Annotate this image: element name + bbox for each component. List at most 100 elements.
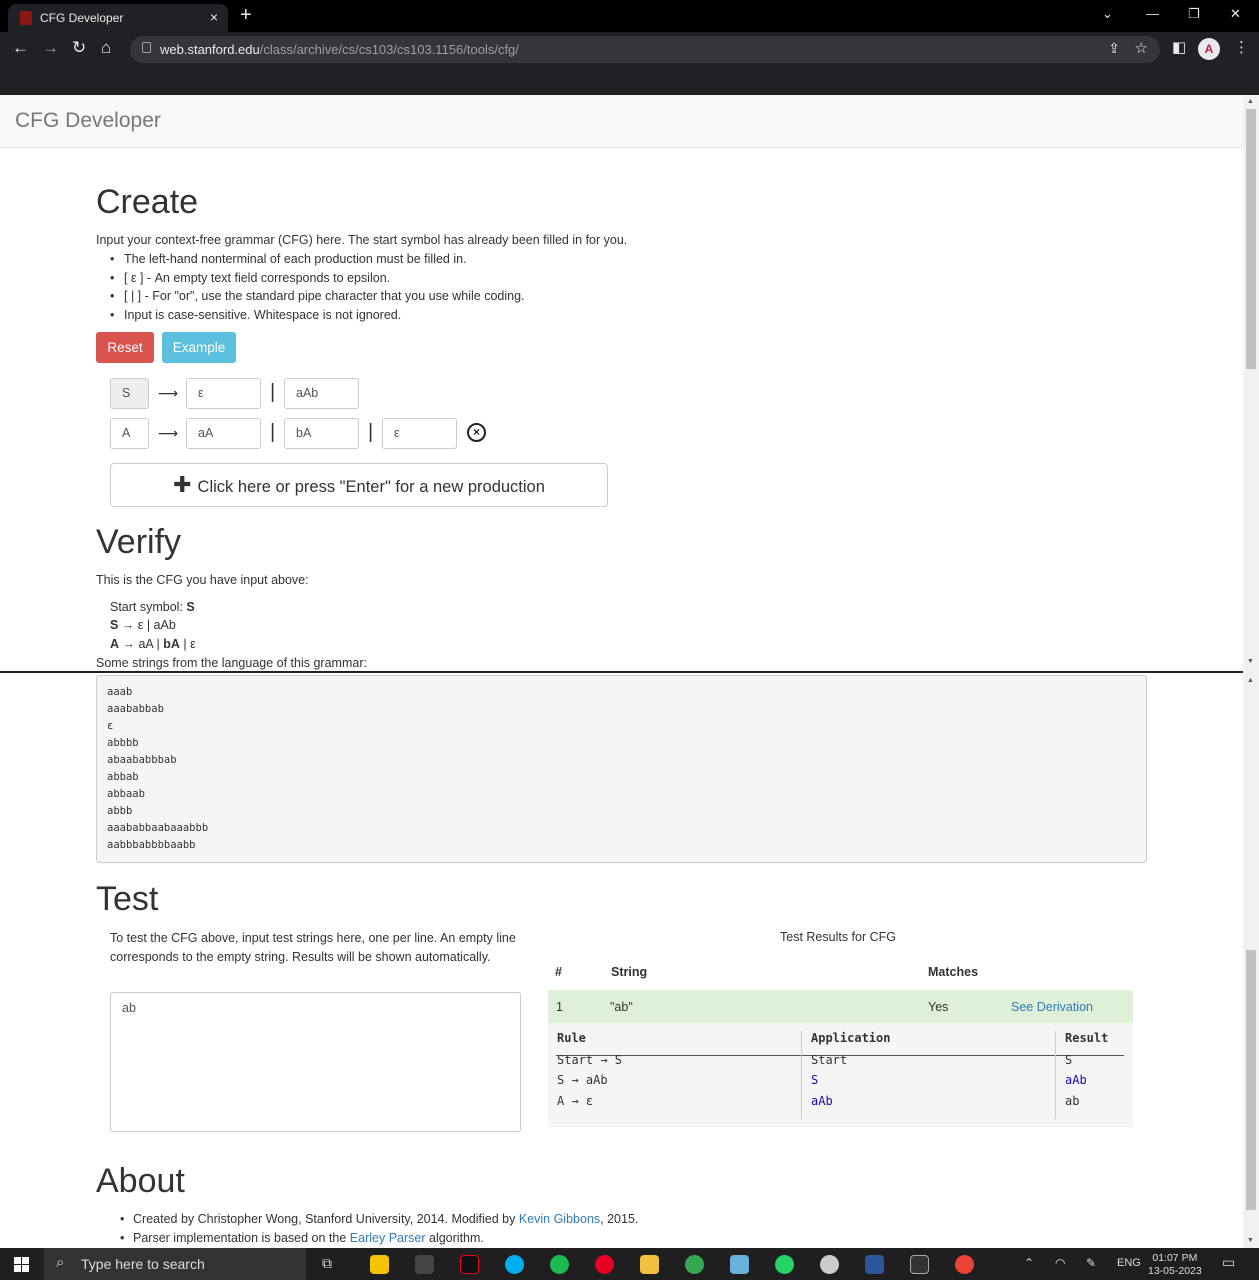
reload-icon[interactable]: ↻ [72,38,86,58]
address-bar[interactable]: web.stanford.edu/class/archive/cs/cs103/… [130,36,1160,63]
browser-toolbar: ← → ↻ ⌂ web.stanford.edu/class/archive/c… [0,32,1259,66]
result-string: "ab" [610,1000,633,1014]
list-item: aaab [107,686,133,698]
tray-chevron-icon[interactable]: ⌃ [1024,1256,1034,1270]
windows-taskbar: ⌕ Type here to search ⧉ ⌃ ◠ ✎ ENG 01:07 … [0,1248,1259,1280]
tab-search-icon[interactable]: ⌄ [1102,6,1113,22]
chrome-icon[interactable] [685,1255,704,1274]
pipe-separator: | [368,421,374,443]
terminal-icon[interactable] [910,1255,929,1274]
netflix-icon[interactable] [460,1255,479,1274]
test-instructions: To test the CFG above, input test string… [110,931,516,964]
share-icon[interactable]: ⇪ [1108,40,1120,57]
table-row: 1 "ab" Yes See Derivation [548,990,1133,1023]
list-item: Created by Christopher Wong, Stanford Un… [120,1210,638,1229]
derivation-application: aAb [811,1094,833,1108]
list-item: aaababbaabaaabbb [107,822,209,834]
production-rhs-field[interactable]: aA [186,418,261,449]
home-icon[interactable]: ⌂ [101,38,111,58]
url-text: web.stanford.edu/class/archive/cs/cs103/… [160,42,519,57]
word-icon[interactable] [865,1255,884,1274]
tab-close-icon[interactable]: × [210,9,218,25]
production-rhs-field[interactable]: ε [382,418,457,449]
close-window-button[interactable]: ✕ [1230,6,1241,22]
language-indicator[interactable]: ENG [1117,1257,1141,1269]
side-panel-icon[interactable]: ◧ [1172,38,1186,56]
windows-start-icon[interactable] [14,1257,29,1272]
pipe-separator: | [270,421,276,443]
profile-avatar[interactable]: A [1198,38,1220,60]
derivation-application: Start [811,1053,848,1067]
notifications-icon[interactable]: ▭ [1222,1254,1235,1271]
new-tab-button[interactable]: + [240,4,252,27]
earley-parser-link[interactable]: Earley Parser [350,1231,426,1245]
create-intro: Input your context-free grammar (CFG) he… [96,233,628,247]
test-strings-input[interactable]: ab [110,992,521,1132]
derivation-application: S [811,1073,819,1087]
app-icon[interactable] [820,1255,839,1274]
list-item: Input is case-sensitive. Whitespace is n… [110,306,525,325]
scroll-up-icon[interactable]: ▲ [1247,677,1254,684]
scroll-down-icon[interactable]: ▼ [1247,1237,1254,1244]
stanford-favicon-icon [20,11,32,25]
tab-title: CFG Developer [40,11,124,25]
about-heading: About [96,1162,185,1200]
lock-icon [142,42,151,53]
new-production-button[interactable]: ✚ Click here or press "Enter" for a new p… [110,463,608,507]
result-matches: Yes [928,1000,949,1014]
production-rhs-field[interactable]: bA [284,418,359,449]
back-arrow-icon[interactable]: ← [12,38,29,58]
see-derivation-link[interactable]: See Derivation [1011,1000,1093,1014]
site-brand[interactable]: CFG Developer [15,109,161,133]
pen-icon[interactable]: ✎ [1086,1256,1096,1270]
task-view-icon[interactable]: ⧉ [322,1255,341,1274]
scroll-up-icon[interactable]: ▲ [1247,98,1254,105]
derivation-table: Rule Application Result Start → S Start … [548,1023,1133,1127]
bookmark-star-icon[interactable]: ☆ [1135,39,1148,57]
scroll-down-icon[interactable]: ▼ [1247,658,1254,665]
spotify-icon[interactable] [550,1255,569,1274]
site-navbar: CFG Developer [0,95,1243,148]
taskbar-search-placeholder: Type here to search [81,1256,205,1272]
production-lhs-field[interactable]: A [110,418,149,449]
new-production-label: Click here or press "Enter" for a new pr… [197,478,545,496]
example-button[interactable]: Example [162,332,236,363]
list-item: aaababbab [107,703,164,715]
list-item: ε [107,720,114,732]
skype-icon[interactable] [505,1255,524,1274]
production-rhs-field[interactable]: aAb [284,378,359,409]
list-item: The left-hand nonterminal of each produc… [110,250,525,269]
sticky-notes-icon[interactable] [370,1255,389,1274]
forward-arrow-icon[interactable]: → [42,38,59,58]
remove-production-icon[interactable]: × [467,423,486,442]
list-item: abbaab [107,788,145,800]
scrollbar-thumb[interactable] [1246,950,1256,1210]
about-list: Created by Christopher Wong, Stanford Un… [120,1210,638,1247]
wifi-icon[interactable]: ◠ [1055,1256,1065,1270]
production-arrow: ⟶ [158,425,179,441]
production-rhs-field[interactable]: ε [186,378,261,409]
derivation-header-rule: Rule [557,1031,586,1045]
strings-label: Some strings from the language of this g… [96,656,367,670]
browser-tab[interactable]: CFG Developer × [8,4,228,32]
chrome-active-icon[interactable] [955,1255,974,1274]
pinterest-icon[interactable] [595,1255,614,1274]
app-icon[interactable] [730,1255,749,1274]
restore-button[interactable]: ❐ [1188,6,1200,22]
test-heading: Test [96,880,159,918]
taskbar-search-box[interactable]: ⌕ Type here to search [44,1248,306,1280]
list-item: abbab [107,771,139,783]
app-icon[interactable] [415,1255,434,1274]
page-scrollbar[interactable]: ▲ ▼ ▲ ▼ [1243,95,1259,1248]
kevin-gibbons-link[interactable]: Kevin Gibbons [519,1212,600,1226]
list-item: Parser implementation is based on the Ea… [120,1229,638,1248]
taskbar-clock[interactable]: 01:07 PM 13-05-2023 [1148,1252,1202,1278]
test-results-title: Test Results for CFG [780,930,896,944]
minimize-button[interactable]: — [1146,6,1159,21]
menu-dots-icon[interactable]: ⋮ [1234,38,1249,56]
scrollbar-thumb[interactable] [1246,109,1256,369]
create-rules-list: The left-hand nonterminal of each produc… [110,250,525,324]
reset-button[interactable]: Reset [96,332,154,363]
whatsapp-icon[interactable] [775,1255,794,1274]
file-explorer-icon[interactable] [640,1255,659,1274]
